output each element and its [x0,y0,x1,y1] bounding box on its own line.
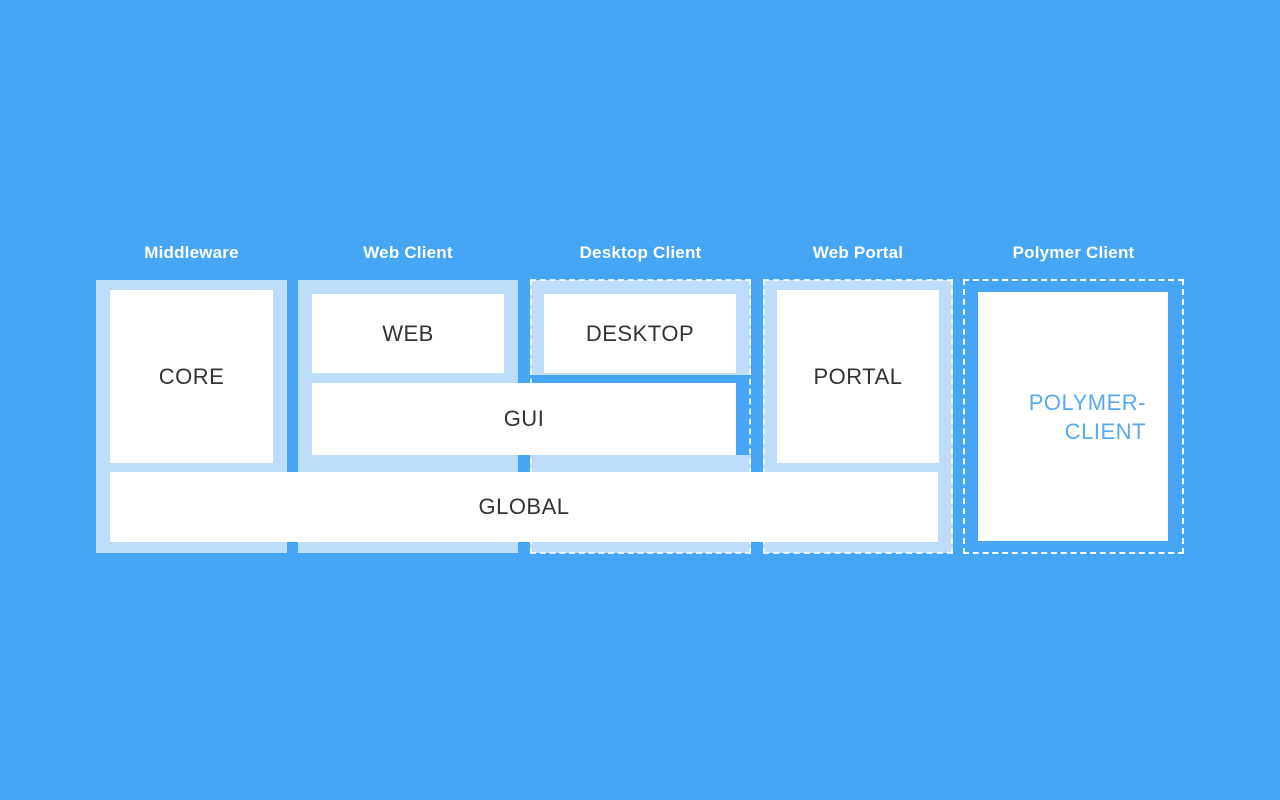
module-label-portal: PORTAL [813,363,903,389]
module-box-portal[interactable]: PORTAL [777,290,939,463]
module-box-core[interactable]: CORE [110,290,273,463]
column-header-desktop-client: Desktop Client [579,243,702,262]
architecture-diagram: Middleware Web Client Desktop Client Web… [0,0,1280,800]
module-label-web: WEB [382,320,434,346]
module-label-polymer-client-line2: CLIENT [1064,418,1146,444]
module-label-gui: GUI [503,406,545,431]
module-box-polymer-client[interactable]: POLYMER- CLIENT [978,292,1168,541]
column-header-polymer-client: Polymer Client [1012,243,1135,262]
module-box-gui[interactable]: GUI [312,383,736,455]
module-label-desktop: DESKTOP [585,320,695,346]
column-header-web-portal: Web Portal [812,243,904,262]
module-box-web[interactable]: WEB [312,294,504,373]
module-label-polymer-client-line1: POLYMER- [1028,389,1146,415]
module-box-global[interactable]: GLOBAL [110,472,938,542]
column-panel-desktop-client-bottom [530,542,751,553]
module-box-desktop[interactable]: DESKTOP [544,294,736,373]
module-label-core: CORE [158,363,225,389]
module-label-global: GLOBAL [478,494,570,519]
column-panel-desktop-client-mid [530,455,751,472]
column-header-middleware: Middleware [144,243,239,262]
column-header-web-client: Web Client [363,243,453,262]
